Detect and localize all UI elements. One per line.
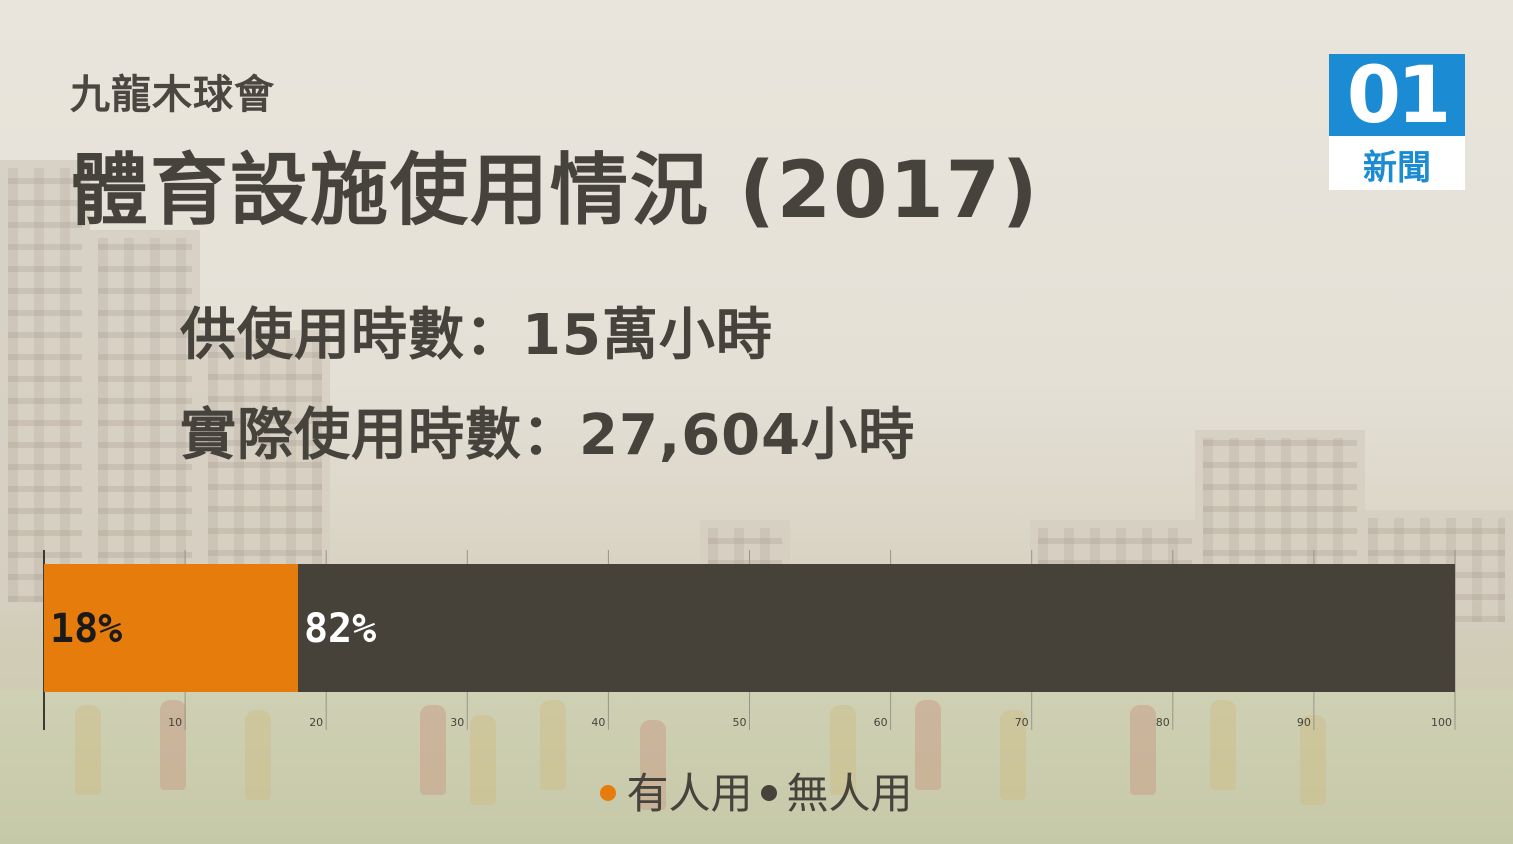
x-tick-label: 10: [168, 716, 182, 729]
legend-label: 有人用: [626, 769, 753, 818]
x-tick-label: 70: [1015, 716, 1029, 729]
legend-item: 無人用: [760, 760, 913, 821]
x-tick-label: 90: [1297, 716, 1311, 729]
x-tick-label: 30: [450, 716, 464, 729]
legend-item: 有人用: [600, 760, 753, 821]
x-tick-label: 60: [874, 716, 888, 729]
x-tick-label: 80: [1156, 716, 1170, 729]
x-tick-label: 20: [309, 716, 323, 729]
bar-segment: [297, 564, 1456, 692]
legend-label: 無人用: [786, 769, 913, 818]
data-label: 82%: [304, 606, 376, 652]
data-label: 18%: [50, 606, 122, 652]
legend-dot-icon: [760, 784, 777, 801]
x-tick-label: 40: [591, 716, 605, 729]
stacked-bar-chart: 18% 82% 10 20 30 40 50 60 70 80 90 100: [43, 550, 1456, 730]
infographic: 九龍木球會 體育設施使用情況 (2017) 供使用時數：15萬小時 實際使用時數…: [0, 0, 1513, 844]
legend-dot-icon: [600, 784, 617, 801]
chart-legend: 有人用 無人用: [0, 760, 1513, 821]
x-tick-label: 100: [1431, 716, 1452, 729]
x-tick-label: 50: [733, 716, 747, 729]
